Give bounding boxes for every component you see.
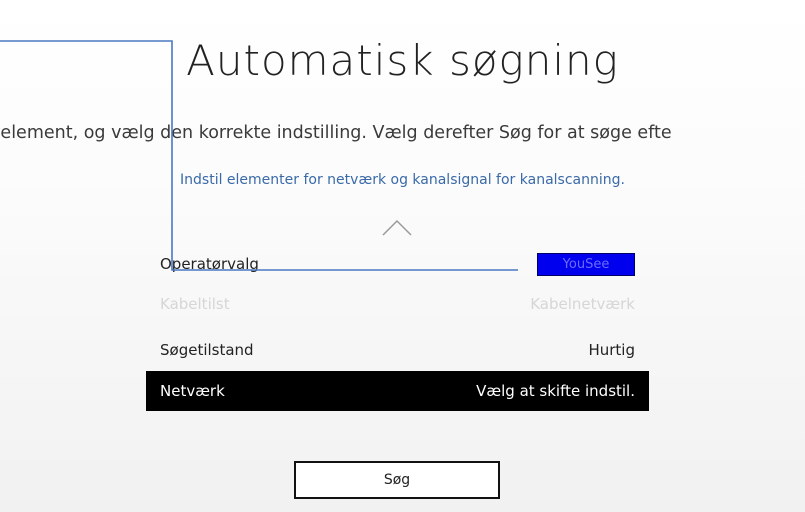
menu-item-label: Netværk <box>160 382 225 400</box>
menu-item-value: Kabelnetværk <box>530 295 635 313</box>
menu-item-label: Operatørvalg <box>160 255 259 273</box>
instruction-text-container: t element, og vælg den korrekte indstill… <box>0 123 805 143</box>
chevron-up-icon[interactable] <box>382 218 412 236</box>
page-title: Automatisk søgning <box>186 36 619 85</box>
search-button[interactable]: Søg <box>294 461 500 499</box>
menu-item-value: Vælg at skifte indstil. <box>476 382 635 400</box>
subtitle-text: Indstil elementer for netværk og kanalsi… <box>180 172 625 188</box>
top-border <box>0 0 805 6</box>
menu-item-label: Kabeltilst <box>160 295 230 313</box>
instruction-text: t element, og vælg den korrekte indstill… <box>0 123 672 143</box>
menu-item-value: Hurtig <box>588 341 635 359</box>
auto-search-screen: Automatisk søgning t element, og vælg de… <box>0 0 805 512</box>
menu-item-label: Søgetilstand <box>160 341 254 359</box>
menu-item-cable-mode: Kabeltilst Kabelnetværk <box>146 284 649 324</box>
menu-item-operator[interactable]: Operatørvalg YouSee <box>146 244 649 284</box>
operator-value-badge: YouSee <box>537 252 635 276</box>
menu-item-search-mode[interactable]: Søgetilstand Hurtig <box>146 330 649 370</box>
menu-item-network[interactable]: Netværk Vælg at skifte indstil. <box>146 371 649 411</box>
